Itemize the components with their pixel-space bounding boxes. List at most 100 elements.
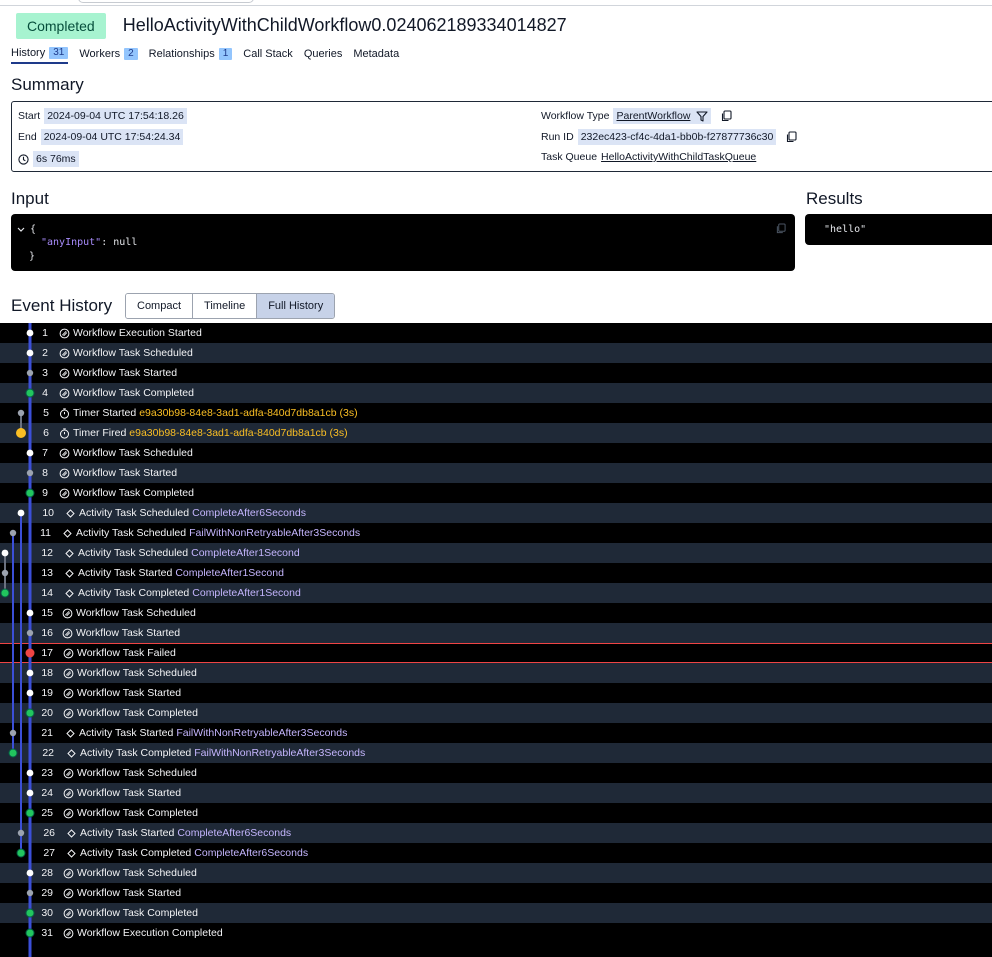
event-row[interactable]: 6 Timer Fired e9a30b98-84e8-3ad1-adfa-840d… — [0, 423, 992, 443]
event-row[interactable]: 27 Activity Task Completed CompleteAfter6S… — [0, 843, 992, 863]
timeline-event-dot[interactable] — [16, 428, 26, 438]
event-row[interactable]: 29 Workflow Task Started — [0, 883, 992, 903]
filter-icon[interactable] — [696, 110, 708, 122]
event-row[interactable]: 5 Timer Started e9a30b98-84e8-3ad1-adfa-84… — [0, 403, 992, 423]
event-row[interactable]: 9 Workflow Task Completed — [0, 483, 992, 503]
view-timeline-button[interactable]: Timeline — [193, 294, 258, 318]
timeline-event-dot[interactable] — [26, 369, 34, 377]
event-row[interactable]: 7 Workflow Task Scheduled — [0, 443, 992, 463]
event-row[interactable]: 14 Activity Task Completed CompleteAfter1S… — [0, 583, 992, 603]
timeline-event-dot[interactable] — [26, 349, 34, 357]
timeline-event-dot[interactable] — [25, 808, 35, 818]
workflow-event-icon — [63, 768, 74, 779]
event-row[interactable]: 17 Workflow Task Failed — [0, 643, 992, 663]
event-row[interactable]: 2 Workflow Task Scheduled — [0, 343, 992, 363]
workflow-type-value[interactable]: ParentWorkflow — [613, 108, 712, 124]
duration-row: 6s 76ms — [18, 151, 79, 167]
timeline-event-dot[interactable] — [9, 729, 17, 737]
timeline-event-dot[interactable] — [26, 669, 34, 677]
timeline-event-dot[interactable] — [26, 789, 34, 797]
event-name: Activity Task Scheduled — [76, 527, 187, 539]
timeline-event-dot[interactable] — [1, 569, 9, 577]
event-label: Workflow Execution Started — [59, 327, 202, 339]
copy-icon[interactable] — [776, 223, 786, 234]
event-name: Workflow Task Scheduled — [77, 667, 197, 679]
view-full-history-button[interactable]: Full History — [257, 294, 335, 318]
event-row[interactable]: 26 Activity Task Started CompleteAfter6Sec… — [0, 823, 992, 843]
event-row[interactable]: 31 Workflow Execution Completed — [0, 923, 992, 943]
tab-history[interactable]: History 31 — [11, 47, 69, 64]
task-queue-link[interactable]: HelloActivityWithChildTaskQueue — [601, 151, 756, 163]
timeline-event-dot[interactable] — [8, 748, 18, 758]
event-row[interactable]: 24 Workflow Task Started — [0, 783, 992, 803]
event-row[interactable]: 12 Activity Task Scheduled CompleteAfter1S… — [0, 543, 992, 563]
timeline-event-dot[interactable] — [1, 549, 9, 557]
tab-queries[interactable]: Queries — [304, 47, 343, 64]
view-compact-button[interactable]: Compact — [126, 294, 194, 318]
event-row[interactable]: 10 Activity Task Scheduled CompleteAfter6S… — [0, 503, 992, 523]
event-row[interactable]: 18 Workflow Task Scheduled — [0, 663, 992, 683]
timeline-event-dot[interactable] — [17, 409, 25, 417]
timeline-event-dot[interactable] — [25, 928, 35, 938]
event-history-list: 1 Workflow Execution Started 2 Workflow Tas… — [0, 323, 992, 957]
json-open-brace: { — [30, 224, 37, 235]
event-row[interactable]: 11 Activity Task Scheduled FailWithNonRetr… — [0, 523, 992, 543]
event-label: Workflow Execution Completed — [63, 927, 223, 939]
event-row[interactable]: 28 Workflow Task Scheduled — [0, 863, 992, 883]
timeline-event-dot[interactable] — [17, 829, 25, 837]
event-name: Workflow Task Scheduled — [73, 447, 193, 459]
chevron-down-icon[interactable] — [17, 227, 25, 233]
event-row[interactable]: 1 Workflow Execution Started — [0, 323, 992, 343]
timeline-event-dot[interactable] — [26, 869, 34, 877]
timeline-event-dot[interactable] — [26, 609, 34, 617]
event-label: Workflow Task Completed — [59, 387, 194, 399]
timeline-event-dot[interactable] — [9, 529, 17, 537]
input-title: Input — [11, 189, 49, 208]
timeline-event-dot[interactable] — [17, 509, 25, 517]
timeline-event-dot[interactable] — [26, 449, 34, 457]
event-row[interactable]: 25 Workflow Task Completed — [0, 803, 992, 823]
copy-icon[interactable] — [786, 131, 797, 143]
event-row[interactable]: 20 Workflow Task Completed — [0, 703, 992, 723]
event-row[interactable]: 16 Workflow Task Started — [0, 623, 992, 643]
event-row[interactable]: 8 Workflow Task Started — [0, 463, 992, 483]
workflow-type-link[interactable]: ParentWorkflow — [616, 110, 690, 122]
event-label: Workflow Task Failed — [63, 647, 176, 659]
timeline-event-dot[interactable] — [26, 329, 34, 337]
timeline-event-dot[interactable] — [26, 889, 34, 897]
event-row[interactable]: 3 Workflow Task Started — [0, 363, 992, 383]
timeline-event-dot[interactable] — [25, 488, 35, 498]
timeline-event-dot[interactable] — [0, 588, 10, 598]
timeline-event-dot[interactable] — [26, 469, 34, 477]
event-row[interactable]: 30 Workflow Task Completed — [0, 903, 992, 923]
event-row[interactable]: 22 Activity Task Completed FailWithNonRetr… — [0, 743, 992, 763]
timeline-event-dot[interactable] — [16, 848, 26, 858]
event-row[interactable]: 4 Workflow Task Completed — [0, 383, 992, 403]
timeline-event-dot[interactable] — [26, 629, 34, 637]
timeline-event-dot[interactable] — [25, 708, 35, 718]
event-row[interactable]: 19 Workflow Task Started — [0, 683, 992, 703]
event-row[interactable]: 23 Workflow Task Scheduled — [0, 763, 992, 783]
tab-relationships[interactable]: Relationships 1 — [149, 47, 233, 64]
timeline-event-dot[interactable] — [25, 648, 35, 658]
workflow-event-icon — [63, 888, 74, 899]
event-detail: CompleteAfter6Seconds — [194, 847, 309, 859]
timer-icon — [59, 407, 70, 419]
timeline-event-dot[interactable] — [25, 388, 35, 398]
event-name: Workflow Task Scheduled — [77, 767, 197, 779]
tab-count-badge: 1 — [218, 48, 233, 60]
event-row[interactable]: 21 Activity Task Started FailWithNonRetrya… — [0, 723, 992, 743]
search-box-remnant[interactable] — [78, 0, 254, 3]
tab-workers[interactable]: Workers 2 — [79, 47, 138, 64]
tab-metadata[interactable]: Metadata — [353, 47, 399, 64]
event-name: Timer Started — [73, 407, 137, 419]
workflow-event-icon — [63, 928, 74, 939]
event-row[interactable]: 13 Activity Task Started CompleteAfter1Sec… — [0, 563, 992, 583]
tab-call-stack[interactable]: Call Stack — [243, 47, 293, 64]
copy-icon[interactable] — [721, 110, 732, 122]
event-row[interactable]: 15 Workflow Task Scheduled — [0, 603, 992, 623]
timeline-event-dot[interactable] — [26, 769, 34, 777]
timeline-event-dot[interactable] — [26, 689, 34, 697]
event-label: Workflow Task Scheduled — [59, 447, 193, 459]
timeline-event-dot[interactable] — [25, 908, 35, 918]
